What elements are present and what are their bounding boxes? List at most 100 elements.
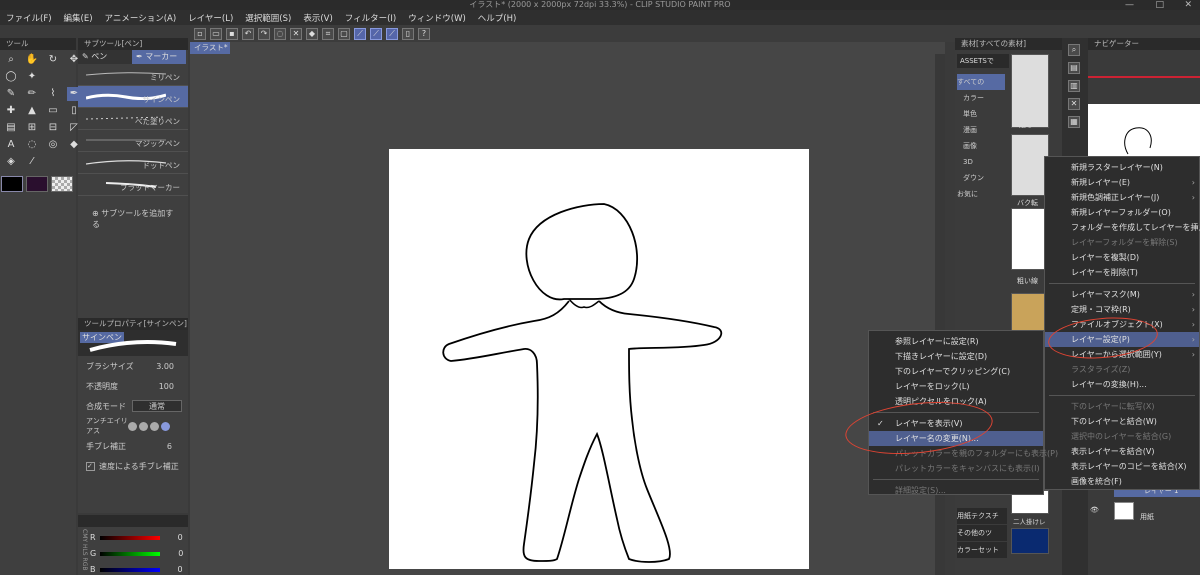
bottom-item[interactable]: カラーセット [957,542,1007,558]
new-file-icon[interactable]: ▫ [194,27,206,40]
bottom-item[interactable]: 用紙テクスチ [957,508,1007,524]
tree-item[interactable]: 3D [957,154,1005,170]
tree-item[interactable]: ダウン [957,170,1005,186]
menu-item[interactable]: フォルダーを作成してレイヤーを挿入(F) [1045,220,1200,235]
menu-item[interactable]: レイヤーを複製(D) [1045,250,1199,265]
crop-icon[interactable]: ▢ [338,27,350,40]
bottom-item[interactable]: その他のツ [957,525,1007,541]
menu-item[interactable]: 新規レイヤーフォルダー(O) [1045,205,1199,220]
brush-item[interactable]: ドットペン [78,152,188,174]
cmy-tab[interactable]: CMY [81,529,88,542]
balloon-icon[interactable]: ◌ [25,138,39,152]
add-subtool-button[interactable]: ⊕ サブツールを追加する [78,196,188,242]
pen-icon[interactable]: ✎ [4,87,18,101]
hls-tab[interactable]: HLS [81,544,88,556]
tab-pen[interactable]: ✎ ペン [78,50,132,64]
panel-icon[interactable]: ▥ [1068,80,1080,92]
save-icon[interactable]: ▪ [226,27,238,40]
lasso-icon[interactable]: ◯ [4,70,18,84]
transparent-swatch[interactable] [51,176,73,192]
brush-item[interactable]: べた塗りペン [78,108,188,130]
antialias-option-selected[interactable] [161,421,170,431]
brush-icon[interactable]: ⌇ [46,87,60,101]
tree-item[interactable]: 画像 [957,138,1005,154]
redo-icon[interactable]: ↷ [258,27,270,40]
menu-window[interactable]: ウィンドウ(W) [408,12,466,24]
tree-item[interactable]: 漫画 [957,122,1005,138]
grid-icon[interactable]: ⊟ [46,121,60,135]
stabilizer-icon-3[interactable]: ⟋ [386,27,398,40]
tree-item[interactable]: お気に [957,186,1005,202]
brush-item[interactable]: フラットマーカー [78,174,188,196]
opacity-row[interactable]: 不透明度 100 [78,376,188,396]
opacity-value[interactable]: 100 [159,382,174,391]
eye-icon[interactable]: 👁 [1090,506,1099,514]
menu-item[interactable]: 画像を統合(F) [1045,474,1199,489]
tree-item[interactable]: 単色 [957,106,1005,122]
tab-marker[interactable]: ✒ マーカー [132,50,186,64]
menu-item[interactable]: 参照レイヤーに設定(R) [869,334,1043,349]
pencil-icon[interactable]: ✏ [25,87,39,101]
tree-item[interactable]: すべての [957,74,1005,90]
antialias-options[interactable] [128,421,170,431]
book-icon[interactable]: ▯ [402,27,414,40]
fill-bucket-icon[interactable]: ◈ [4,155,18,169]
panel-icon[interactable]: ▦ [1068,116,1080,128]
sub-color-swatch[interactable] [26,176,48,192]
close-button[interactable]: ✕ [1184,0,1192,10]
blue-value[interactable]: 0 [178,565,183,574]
menu-item[interactable]: レイヤーを削除(T) [1045,265,1199,280]
menu-item[interactable]: レイヤーマスク(M) › [1045,287,1199,302]
stamp-icon[interactable]: ▲ [25,104,39,118]
transform-icon[interactable]: ⌗ [322,27,334,40]
brush-size-value[interactable]: 3.00 [156,362,174,371]
menu-item[interactable]: 下のレイヤーでクリッピング(C) [869,364,1043,379]
material-thumb[interactable] [1011,54,1049,128]
menu-item[interactable]: 表示レイヤーのコピーを結合(X) [1045,459,1199,474]
menu-animation[interactable]: アニメーション(A) [105,12,177,24]
blue-slider[interactable] [99,567,160,572]
menu-item[interactable]: 表示レイヤーを結合(V) [1045,444,1199,459]
menu-item[interactable]: 定規・コマ枠(R) › [1045,302,1199,317]
canvas-tab[interactable]: イラスト* [190,42,230,54]
menu-item[interactable]: 新規色調補正レイヤー(J) › [1045,190,1199,205]
antialias-option[interactable] [139,421,148,431]
menu-item[interactable]: レイヤーをロック(L) [869,379,1043,394]
eyedropper-icon[interactable]: ⁄ [25,155,39,169]
menu-edit[interactable]: 編集(E) [64,12,93,24]
antialias-option[interactable] [128,421,137,431]
help-icon[interactable]: ? [418,27,430,40]
menu-item[interactable]: 下描きレイヤーに設定(D) [869,349,1043,364]
brush-item-selected[interactable]: サインペン [78,86,188,108]
assets-button[interactable]: ASSETSで [957,54,1009,68]
layer-row[interactable]: 👁 用紙 [1088,500,1200,522]
stabilization-row[interactable]: 手ブレ補正 6 [78,436,188,456]
panel-icon[interactable]: ✕ [1068,98,1080,110]
main-color-swatch[interactable] [1,176,23,192]
frame-icon[interactable]: ⊞ [25,121,39,135]
zoom-icon[interactable]: ⌕ [4,53,18,67]
menu-layer[interactable]: レイヤー(L) [188,12,233,24]
search-icon[interactable]: ⌕ [1068,44,1080,56]
menu-file[interactable]: ファイル(F) [6,12,52,24]
menu-view[interactable]: 表示(V) [303,12,332,24]
menu-item[interactable]: 新規レイヤー(E) › [1045,175,1199,190]
brush-item[interactable]: マジックペン [78,130,188,152]
fill-icon[interactable]: ◆ [306,27,318,40]
stabilization-value[interactable]: 6 [167,442,172,451]
menu-selection[interactable]: 選択範囲(S) [245,12,291,24]
tree-item[interactable]: カラー [957,90,1005,106]
minimize-button[interactable]: — [1125,0,1134,10]
eraser-icon[interactable]: ▭ [46,104,60,118]
hand-icon[interactable]: ✋ [25,53,39,67]
menu-item[interactable]: 新規ラスターレイヤー(N) [1045,160,1199,175]
sparkle-icon[interactable]: ✚ [4,104,18,118]
red-value[interactable]: 0 [178,533,183,542]
open-icon[interactable]: ▭ [210,27,222,40]
menu-item[interactable]: レイヤーの変換(H)... [1045,377,1199,392]
clear-icon[interactable]: ✕ [290,27,302,40]
antialias-option[interactable] [150,421,159,431]
color-mode-tabs[interactable]: CMY HLS RGB [78,529,88,570]
green-value[interactable]: 0 [178,549,183,558]
correct-line-icon[interactable]: ◎ [46,138,60,152]
